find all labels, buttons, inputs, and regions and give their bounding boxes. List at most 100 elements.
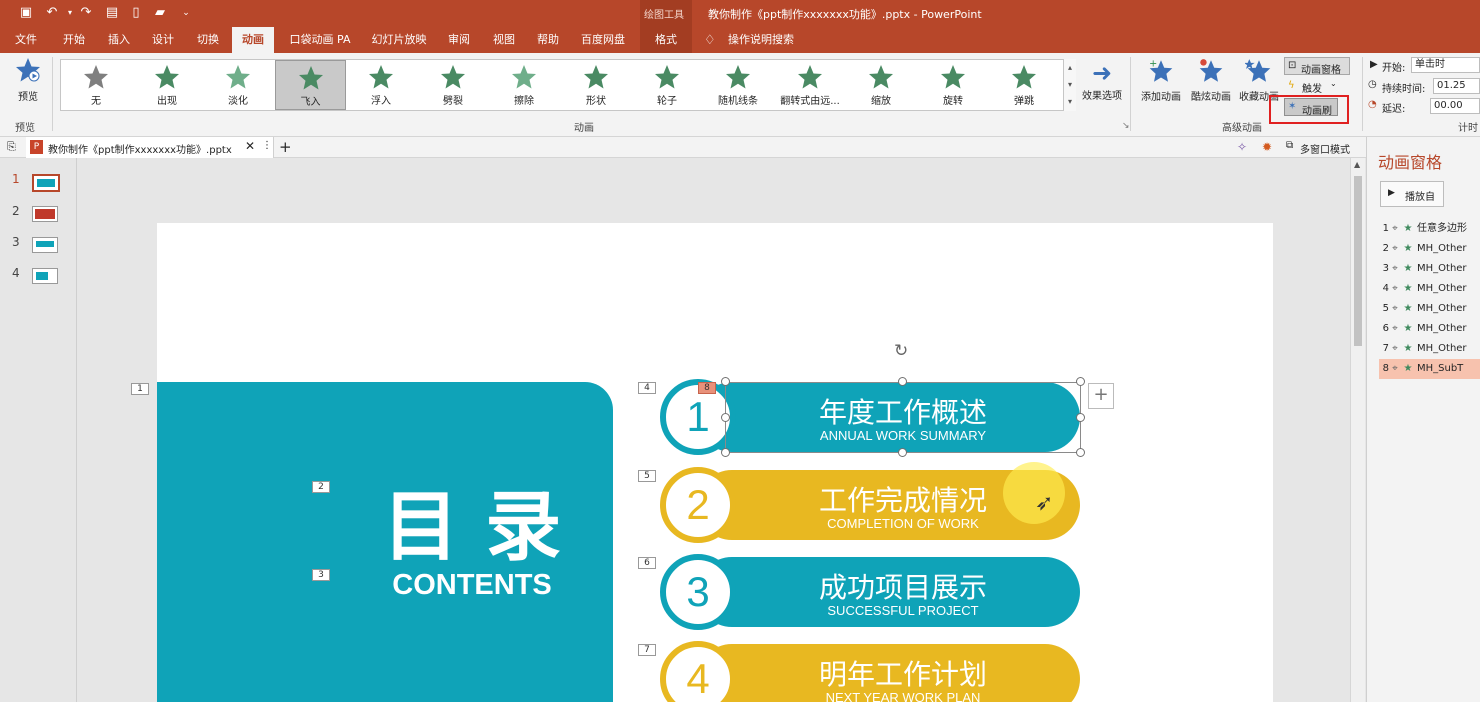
animation-effect-3[interactable]: 飞入 — [275, 60, 346, 110]
thumbnail-slide-4[interactable] — [32, 268, 58, 284]
anim-order-badge[interactable]: 3 — [312, 569, 330, 581]
tab-home[interactable]: 开始 — [54, 27, 94, 53]
play-from-button[interactable]: ▶ 播放自 — [1380, 181, 1444, 207]
resize-handle[interactable] — [721, 377, 730, 386]
gear-icon[interactable]: ✹ — [1262, 140, 1272, 154]
start-select[interactable]: 单击时 — [1411, 57, 1480, 73]
tab-format[interactable]: 格式 — [640, 27, 692, 53]
animation-list-item[interactable]: 3 ⌖ ★ MH_Other — [1379, 259, 1480, 279]
save-icon[interactable]: ▣ — [18, 5, 34, 21]
animation-effect-13[interactable]: 弹跳 — [989, 60, 1059, 110]
redo-icon[interactable]: ↷ — [78, 5, 94, 21]
slide-canvas[interactable]: 目 录 CONTENTS 1 年度工作概述 ANNUAL WORK SUMMAR… — [157, 223, 1273, 702]
new-file-icon[interactable]: ▯ — [128, 5, 144, 21]
animation-list-item[interactable]: 7 ⌖ ★ MH_Other — [1379, 339, 1480, 359]
cool-animation-button[interactable]: 酷炫动画 — [1188, 57, 1234, 115]
anim-order-badge[interactable]: 7 — [638, 644, 656, 656]
animation-list-item[interactable]: 1 ⌖ ★ 任意多边形 — [1379, 219, 1480, 239]
tab-menu-icon[interactable]: ⋮ — [262, 140, 272, 151]
layout-options-button[interactable]: + — [1088, 383, 1114, 409]
anim-order-badge[interactable]: 2 — [312, 481, 330, 493]
animation-effect-2[interactable]: 淡化 — [203, 60, 273, 110]
delay-label: 延迟: — [1382, 104, 1406, 115]
contents-title-en[interactable]: CONTENTS — [367, 569, 577, 602]
thumbnail-slide-1[interactable] — [32, 174, 60, 192]
animation-painter-button[interactable]: ✶ 动画刷 — [1284, 98, 1338, 117]
effect-options-button[interactable]: ➜ 效果选项 — [1078, 59, 1126, 115]
animation-list-item[interactable]: 6 ⌖ ★ MH_Other — [1379, 319, 1480, 339]
scroll-thumb[interactable] — [1354, 176, 1362, 346]
anim-number: 3 — [1382, 263, 1389, 274]
resize-handle[interactable] — [1076, 377, 1085, 386]
arrow-right-icon: ➜ — [1091, 59, 1113, 87]
add-animation-star-icon: + — [1149, 59, 1173, 82]
vertical-scrollbar[interactable]: ▲ — [1350, 158, 1365, 702]
document-tab[interactable]: P 教你制作《ppt制作xxxxxxx功能》.pptx ✕ ⋮ — [26, 137, 274, 158]
tab-review[interactable]: 审阅 — [440, 27, 478, 53]
close-tab-icon[interactable]: ✕ — [245, 139, 255, 153]
anim-order-badge[interactable]: 6 — [638, 557, 656, 569]
thumbnail-slide-3[interactable] — [32, 237, 58, 253]
customize-toolbar-icon[interactable]: ⌄ — [178, 5, 194, 21]
slideshow-icon[interactable]: ▤ — [104, 5, 120, 21]
animation-dialog-launcher-icon[interactable]: ↘ — [1122, 121, 1130, 131]
sparkle-icon[interactable]: ✧ — [1237, 140, 1247, 154]
anim-order-badge[interactable]: 1 — [131, 383, 149, 395]
duration-label: 持续时间: — [1382, 84, 1426, 95]
animation-effect-11[interactable]: 缩放 — [846, 60, 916, 110]
tab-view[interactable]: 视图 — [485, 27, 523, 53]
resize-handle[interactable] — [721, 413, 730, 422]
new-tab-icon[interactable]: + — [279, 138, 292, 156]
animation-effect-4[interactable]: 浮入 — [346, 60, 416, 110]
resize-handle[interactable] — [721, 448, 730, 457]
tell-me-search[interactable]: 操作说明搜索 — [724, 27, 798, 53]
anim-order-badge[interactable]: 5 — [638, 470, 656, 482]
trigger-button[interactable]: ϟ 触发 ⌄ — [1284, 78, 1350, 95]
anim-order-badge-selected[interactable]: 8 — [698, 382, 716, 394]
rotate-handle-icon[interactable]: ↻ — [894, 341, 908, 361]
tab-baidu-netdisk[interactable]: 百度网盘 — [574, 27, 632, 53]
animation-effect-8[interactable]: 轮子 — [632, 60, 702, 110]
contents-title-cn[interactable]: 目 录 — [367, 485, 577, 569]
tab-design[interactable]: 设计 — [143, 27, 183, 53]
animation-effect-10[interactable]: 翻转式由远... — [775, 60, 845, 110]
tab-insert[interactable]: 插入 — [99, 27, 139, 53]
animation-pane-button[interactable]: ⊡ 动画窗格 — [1284, 57, 1350, 76]
animation-effect-1[interactable]: 出现 — [132, 60, 202, 110]
animation-effect-6[interactable]: 擦除 — [489, 60, 559, 110]
animation-effect-7[interactable]: 形状 — [561, 60, 631, 110]
duration-input[interactable]: 01.25 — [1433, 78, 1480, 94]
animation-effect-9[interactable]: 随机线条 — [703, 60, 773, 110]
tab-animations[interactable]: 动画 — [232, 27, 274, 53]
add-animation-button[interactable]: + 添加动画 — [1138, 57, 1184, 115]
resize-handle[interactable] — [1076, 413, 1085, 422]
resize-handle[interactable] — [1076, 448, 1085, 457]
animation-effect-0[interactable]: 无 — [61, 60, 131, 110]
resize-handle[interactable] — [898, 377, 907, 386]
tab-help[interactable]: 帮助 — [529, 27, 567, 53]
anim-order-badge[interactable]: 4 — [638, 382, 656, 394]
tab-pocket-animation[interactable]: 口袋动画 PA — [284, 27, 356, 53]
animation-list-item[interactable]: 4 ⌖ ★ MH_Other — [1379, 279, 1480, 299]
delay-input[interactable]: 00.00 — [1430, 98, 1480, 114]
preview-button[interactable]: 预览 — [8, 57, 48, 113]
animation-effect-12[interactable]: 旋转 — [918, 60, 988, 110]
animation-list-item[interactable]: 5 ⌖ ★ MH_Other — [1379, 299, 1480, 319]
undo-icon[interactable]: ↶ — [44, 5, 60, 21]
multi-window-label[interactable]: 多窗口模式 — [1300, 141, 1350, 156]
resize-handle[interactable] — [898, 448, 907, 457]
toc-item-3-title: 成功项目展示 — [818, 571, 987, 604]
animation-list-item[interactable]: 8 ⌖ ★ MH_SubT — [1379, 359, 1480, 379]
anim-target-name: MH_Other — [1417, 323, 1467, 334]
tab-file[interactable]: 文件 — [6, 27, 46, 53]
animation-list-item[interactable]: 2 ⌖ ★ MH_Other — [1379, 239, 1480, 259]
scroll-up-icon[interactable]: ▲ — [1354, 160, 1360, 169]
tab-transitions[interactable]: 切换 — [188, 27, 228, 53]
gallery-scroll[interactable]: ▴ ▾ ▾ — [1063, 59, 1076, 111]
undo-dropdown-icon[interactable]: ▾ — [62, 5, 78, 21]
tab-list-icon[interactable]: ⎘ — [7, 140, 16, 154]
tab-slideshow[interactable]: 幻灯片放映 — [366, 27, 432, 53]
animation-effect-5[interactable]: 劈裂 — [418, 60, 488, 110]
thumbnail-slide-2[interactable] — [32, 206, 58, 222]
open-folder-icon[interactable]: ▰ — [152, 5, 168, 21]
